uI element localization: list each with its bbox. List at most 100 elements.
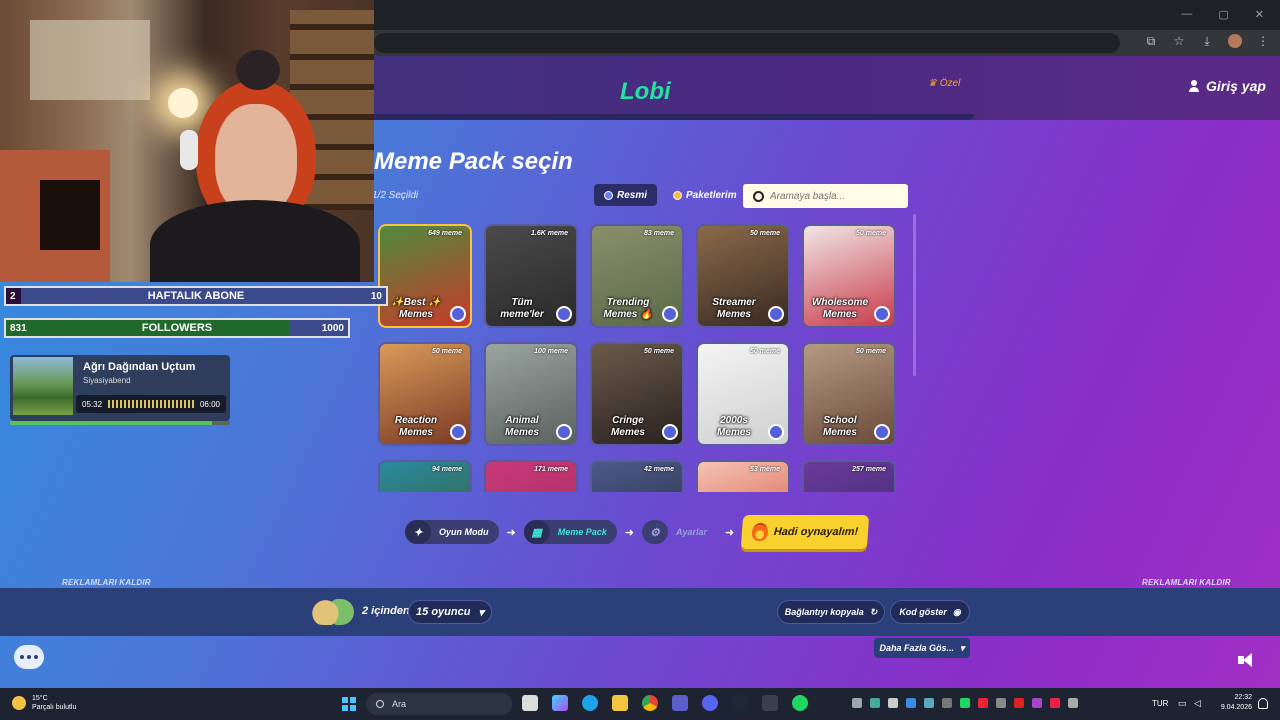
meme-pack-card[interactable]: 171 meme <box>484 460 578 492</box>
search-input[interactable] <box>770 190 890 202</box>
system-tray <box>852 698 1078 708</box>
player-count-select[interactable]: 15 oyuncu ▾ <box>408 600 492 624</box>
spotify-icon[interactable] <box>792 695 808 711</box>
windows-start-icon[interactable] <box>342 697 356 711</box>
download-icon[interactable]: ⤓ <box>1200 34 1214 48</box>
tray-app-icon[interactable] <box>942 698 952 708</box>
meme-pack-card[interactable]: 53 meme <box>696 460 790 492</box>
tray-app-icon[interactable] <box>906 698 916 708</box>
cast-icon[interactable]: ⧉ <box>1144 34 1158 48</box>
network-icon[interactable]: ▭ <box>1178 698 1189 708</box>
language-indicator[interactable]: TUR <box>1152 699 1168 708</box>
partly-cloudy-icon <box>12 696 26 710</box>
meme-pack-card[interactable]: 1.6K meme Tüm meme'ler <box>484 224 578 328</box>
tray-app-icon[interactable] <box>996 698 1006 708</box>
pack-label: Reaction Memes <box>394 415 438 438</box>
taskbar-search[interactable]: Ara <box>366 693 512 715</box>
step-settings[interactable]: ⚙ Ayarlar <box>641 520 717 544</box>
remove-ads-left[interactable]: REKLAMLARI KALDIR <box>62 578 151 587</box>
edge-icon[interactable] <box>582 695 598 711</box>
chevron-up-icon[interactable] <box>852 698 862 708</box>
special-link[interactable]: ♛ Özel <box>928 78 960 89</box>
meme-pack-card[interactable]: 50 meme Streamer Memes <box>696 224 790 328</box>
show-more-label: Daha Fazla Gös... <box>879 643 954 653</box>
bookmark-star-icon[interactable]: ☆ <box>1172 34 1186 48</box>
official-badge-icon <box>662 424 678 440</box>
minimize-icon[interactable]: — <box>1181 8 1192 21</box>
task-view-icon[interactable] <box>522 695 538 711</box>
meme-pack-card[interactable]: 42 meme <box>590 460 684 492</box>
tray-app-icon[interactable] <box>1050 698 1060 708</box>
webcam-feed <box>0 0 374 282</box>
pack-label: Trending Memes 🔥 <box>603 297 653 320</box>
taskbar-clock[interactable]: 22:32 9.04.2026 <box>1214 693 1252 713</box>
pack-label: Cringe Memes <box>611 415 645 438</box>
chat-icon[interactable] <box>14 645 44 669</box>
remove-ads-right[interactable]: REKLAMLARI KALDIR <box>1142 578 1231 587</box>
tray-app-icon[interactable] <box>960 698 970 708</box>
tab-my-packs[interactable]: Paketlerim <box>663 184 747 206</box>
meme-pack-card[interactable]: 94 meme <box>378 460 472 492</box>
copy-link-button[interactable]: Bağlantıyı kopyala ↻ <box>777 600 885 624</box>
play-button[interactable]: Hadi oynayalım! <box>741 515 870 549</box>
copy-link-label: Bağlantıyı kopyala <box>784 607 864 617</box>
player-count-text: 2 içinden <box>362 605 410 617</box>
pack-meme-count: 100 meme <box>534 348 568 355</box>
meme-pack-card[interactable]: 257 meme <box>802 460 896 492</box>
official-badge-icon <box>874 306 890 322</box>
meme-pack-card[interactable]: 100 meme Animal Memes <box>484 342 578 446</box>
weather-widget[interactable]: 15°C Parçalı bulutlu <box>12 694 76 712</box>
meme-pack-card[interactable]: 50 meme 2000s Memes <box>696 342 790 446</box>
kebab-menu-icon[interactable]: ⋮ <box>1256 34 1270 48</box>
taskbar-search-label: Ara <box>392 699 407 709</box>
tray-app-icon[interactable] <box>870 698 880 708</box>
show-more-button[interactable]: Daha Fazla Gös... ▾ <box>874 638 970 658</box>
meme-pack-card[interactable]: 83 meme Trending Memes 🔥 <box>590 224 684 328</box>
pack-scrollbar[interactable] <box>913 214 916 376</box>
refresh-icon: ↻ <box>869 606 878 617</box>
pack-meme-count: 83 meme <box>644 230 674 237</box>
pack-label: ✨Best ✨ Memes <box>391 297 441 320</box>
elapsed-time: 05:32 <box>82 399 103 409</box>
volume-icon[interactable]: ◁ <box>1194 698 1205 708</box>
meme-pack-card[interactable]: 50 meme Reaction Memes <box>378 342 472 446</box>
step-game-mode[interactable]: ✦ Oyun Modu <box>405 520 499 544</box>
step-label: Oyun Modu <box>439 527 489 537</box>
address-bar[interactable] <box>374 33 1120 53</box>
tray-app-icon[interactable] <box>978 698 988 708</box>
meme-pack-card[interactable]: 50 meme Wholesome Memes <box>802 224 896 328</box>
tab-label: Paketlerim <box>686 189 737 201</box>
meme-pack-card[interactable]: 649 meme ✨Best ✨ Memes <box>378 224 472 328</box>
arrow-right-icon: ➜ <box>506 526 516 539</box>
meme-pack-card[interactable]: 50 meme School Memes <box>802 342 896 446</box>
clock-date: 9.04.2026 <box>1220 704 1252 711</box>
notification-bell-icon[interactable] <box>1258 698 1268 709</box>
chrome-icon[interactable] <box>642 695 658 711</box>
tab-official[interactable]: Resmi <box>594 184 658 206</box>
speaker-icon[interactable] <box>1238 653 1256 667</box>
login-button[interactable]: Giriş yap <box>1188 78 1266 94</box>
close-icon[interactable]: ✕ <box>1255 8 1264 21</box>
show-code-button[interactable]: Kod göster ◉ <box>890 600 970 624</box>
special-label: Özel <box>939 78 961 89</box>
discord-icon[interactable] <box>702 695 718 711</box>
profile-avatar[interactable] <box>1228 34 1242 48</box>
tray-app-icon[interactable] <box>1014 698 1024 708</box>
pack-meme-count: 42 meme <box>644 466 674 473</box>
search-icon <box>753 190 764 202</box>
copilot-icon[interactable] <box>552 695 568 711</box>
file-explorer-icon[interactable] <box>612 695 628 711</box>
chevron-down-icon: ▾ <box>960 642 965 653</box>
step-meme-pack[interactable]: ▦ Meme Pack <box>523 520 617 544</box>
steam-icon[interactable] <box>732 695 748 711</box>
obs-icon[interactable] <box>762 695 778 711</box>
tray-app-icon[interactable] <box>924 698 934 708</box>
show-code-label: Kod göster <box>899 607 947 617</box>
microphone-icon[interactable] <box>1068 698 1078 708</box>
teams-icon[interactable] <box>672 695 688 711</box>
tray-app-icon[interactable] <box>888 698 898 708</box>
maximize-icon[interactable]: ▢ <box>1218 8 1228 21</box>
nav-edge <box>374 114 974 120</box>
meme-pack-card[interactable]: 50 meme Cringe Memes <box>590 342 684 446</box>
tray-app-icon[interactable] <box>1032 698 1042 708</box>
